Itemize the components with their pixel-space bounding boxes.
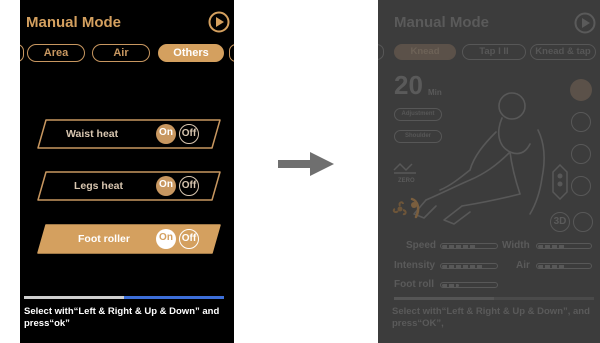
air-level-bar[interactable]: [536, 263, 592, 269]
left-device-screen: Manual Mode Area Air Others Waist heat O…: [20, 0, 234, 343]
back-position-icon[interactable]: [552, 163, 568, 201]
foot-roll-level-fill: [442, 283, 459, 287]
legs-heat-off-toggle[interactable]: Off: [179, 176, 199, 196]
hand-icon[interactable]: [571, 112, 591, 132]
tab-knead[interactable]: Knead: [394, 44, 456, 60]
width-level-fill: [538, 244, 565, 248]
scroll-progress-fill: [124, 296, 224, 299]
play-icon[interactable]: [208, 11, 230, 33]
legs-heat-row[interactable]: Legs heat On Off: [34, 170, 224, 202]
waist-heat-on-toggle[interactable]: On: [156, 124, 176, 144]
roll-icon[interactable]: [571, 176, 591, 196]
sun-icon[interactable]: [570, 79, 592, 101]
foot-roller-label: Foot roller: [78, 233, 130, 245]
scroll-progress-track: [394, 297, 594, 300]
foot-roller-on-toggle[interactable]: On: [156, 229, 176, 249]
speed-level-bar[interactable]: [440, 243, 498, 249]
right-device-screen: Manual Mode Knead Tap I II Knead & tap 2…: [378, 0, 600, 343]
legs-heat-label: Legs heat: [74, 180, 124, 192]
air-level-fill: [538, 264, 565, 268]
tab-area[interactable]: Area: [27, 44, 85, 62]
scroll-progress-fill: [494, 297, 594, 300]
knead-icon[interactable]: [571, 144, 591, 164]
foot-roll-label: Foot roll: [394, 279, 434, 290]
tab-knead-and-tap[interactable]: Knead & tap: [530, 44, 596, 60]
tab-scroll-left-edge[interactable]: [378, 44, 384, 60]
foot-roller-row[interactable]: Foot roller On Off: [34, 223, 224, 255]
play-icon[interactable]: [574, 12, 596, 34]
width-level-bar[interactable]: [536, 243, 592, 249]
screen-title: Manual Mode: [394, 14, 490, 31]
waist-heat-row[interactable]: Waist heat On Off: [34, 118, 224, 150]
screen-title: Manual Mode: [26, 14, 122, 31]
scroll-progress-track: [24, 296, 224, 299]
zero-label: ZERO: [398, 178, 415, 184]
intensity-label: Intensity: [394, 260, 436, 271]
right-arrow-icon: [276, 151, 336, 177]
spin-icon[interactable]: [573, 212, 593, 232]
foot-massage-icon: [408, 195, 424, 221]
3d-button[interactable]: 3D: [550, 212, 570, 232]
waist-heat-label: Waist heat: [66, 128, 119, 140]
tab-others[interactable]: Others: [158, 44, 224, 62]
tab-tap[interactable]: Tap I II: [462, 44, 526, 60]
tab-scroll-left-edge[interactable]: [20, 44, 24, 62]
instruction-text: Select with“Left & Right & Up & Down” an…: [24, 306, 220, 329]
body-figure: [400, 82, 560, 232]
width-label: Width: [502, 240, 530, 251]
foot-roll-level-bar[interactable]: [440, 282, 498, 288]
tab-scroll-right-edge[interactable]: [229, 44, 234, 62]
speed-level-fill: [442, 244, 476, 248]
legs-heat-on-toggle[interactable]: On: [156, 176, 176, 196]
waist-heat-off-toggle[interactable]: Off: [179, 124, 199, 144]
foot-roller-off-toggle[interactable]: Off: [179, 229, 199, 249]
speed-label: Speed: [406, 240, 437, 251]
intensity-level-fill: [442, 264, 484, 268]
fan-icon: [392, 201, 408, 217]
instruction-text: Select with“Left & Right & Up & Down”, a…: [392, 306, 590, 329]
tab-air[interactable]: Air: [92, 44, 150, 62]
intensity-level-bar[interactable]: [440, 263, 498, 269]
air-label: Air: [516, 260, 530, 271]
